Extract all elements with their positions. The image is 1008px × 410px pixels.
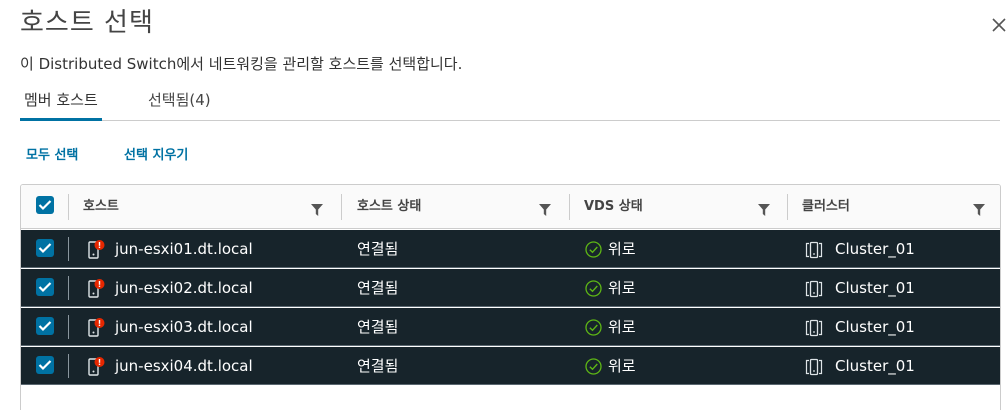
column-divider [68, 315, 69, 339]
table-row[interactable]: jun-esxi04.dt.local 연결됨 위로 Cluster_01 [21, 347, 1000, 385]
close-icon [992, 18, 1006, 32]
cluster-icon [805, 280, 823, 298]
host-name[interactable]: jun-esxi01.dt.local [115, 230, 253, 268]
checkmark-icon [38, 282, 52, 293]
cluster-icon [805, 319, 823, 337]
host-name[interactable]: jun-esxi02.dt.local [115, 269, 253, 307]
cluster-name[interactable]: Cluster_01 [835, 269, 915, 307]
select-all-link[interactable]: 모두 선택 [26, 144, 78, 163]
vds-state: 위로 [608, 240, 636, 258]
host-state: 연결됨 [357, 357, 399, 375]
checkmark-icon [38, 200, 52, 211]
column-header-vds-state[interactable]: VDS 상태 [584, 185, 643, 229]
filter-icon[interactable] [758, 204, 770, 216]
host-grid: 호스트 호스트 상태 VDS 상태 클러스터 jun-esxi01.dt.loc… [20, 184, 1001, 410]
column-divider [68, 276, 69, 300]
host-state: 연결됨 [357, 318, 399, 336]
column-divider [68, 354, 69, 378]
filter-icon[interactable] [539, 204, 551, 216]
grid-header: 호스트 호스트 상태 VDS 상태 클러스터 [21, 185, 1000, 229]
cluster-icon [805, 241, 823, 259]
cluster-name[interactable]: Cluster_01 [835, 230, 915, 268]
row-checkbox[interactable] [36, 317, 54, 335]
host-state: 연결됨 [357, 240, 399, 258]
host-warning-icon [88, 357, 105, 376]
dialog-description: 이 Distributed Switch에서 네트워킹을 관리할 호스트를 선택… [20, 55, 463, 73]
close-button[interactable] [990, 14, 1008, 36]
host-state: 연결됨 [357, 279, 399, 297]
column-divider [341, 194, 342, 220]
host-name[interactable]: jun-esxi04.dt.local [115, 347, 253, 385]
tab-bar: 멤버 호스트 선택됨(4) [20, 88, 1000, 121]
cluster-name[interactable]: Cluster_01 [835, 308, 915, 346]
check-circle-icon [585, 358, 602, 375]
filter-icon[interactable] [973, 204, 985, 216]
checkmark-icon [38, 243, 52, 254]
vds-state: 위로 [608, 357, 636, 375]
host-name[interactable]: jun-esxi03.dt.local [115, 308, 253, 346]
column-header-host-state[interactable]: 호스트 상태 [357, 185, 421, 229]
checkmark-icon [38, 321, 52, 332]
host-warning-icon [88, 318, 105, 337]
filter-icon[interactable] [311, 204, 323, 216]
column-divider [68, 237, 69, 261]
row-checkbox[interactable] [36, 278, 54, 296]
clear-selection-link[interactable]: 선택 지우기 [124, 144, 188, 163]
select-all-checkbox[interactable] [36, 196, 54, 214]
vds-state: 위로 [608, 318, 636, 336]
column-divider [68, 194, 69, 220]
dialog-title: 호스트 선택 [20, 8, 154, 38]
cluster-name[interactable]: Cluster_01 [835, 347, 915, 385]
column-divider [569, 194, 570, 220]
check-circle-icon [585, 280, 602, 297]
tab-selected[interactable]: 선택됨(4) [148, 88, 211, 121]
check-circle-icon [585, 319, 602, 336]
row-checkbox[interactable] [36, 239, 54, 257]
checkmark-icon [38, 360, 52, 371]
check-circle-icon [585, 241, 602, 258]
table-row[interactable]: jun-esxi02.dt.local 연결됨 위로 Cluster_01 [21, 269, 1000, 307]
row-checkbox[interactable] [36, 356, 54, 374]
column-header-host[interactable]: 호스트 [83, 185, 119, 229]
table-row[interactable]: jun-esxi03.dt.local 연결됨 위로 Cluster_01 [21, 308, 1000, 346]
tab-member-hosts[interactable]: 멤버 호스트 [20, 88, 102, 121]
table-row[interactable]: jun-esxi01.dt.local 연결됨 위로 Cluster_01 [21, 230, 1000, 268]
vds-state: 위로 [608, 279, 636, 297]
cluster-icon [805, 358, 823, 376]
host-warning-icon [88, 240, 105, 259]
column-header-cluster[interactable]: 클러스터 [802, 185, 850, 229]
column-divider [787, 194, 788, 220]
host-warning-icon [88, 279, 105, 298]
